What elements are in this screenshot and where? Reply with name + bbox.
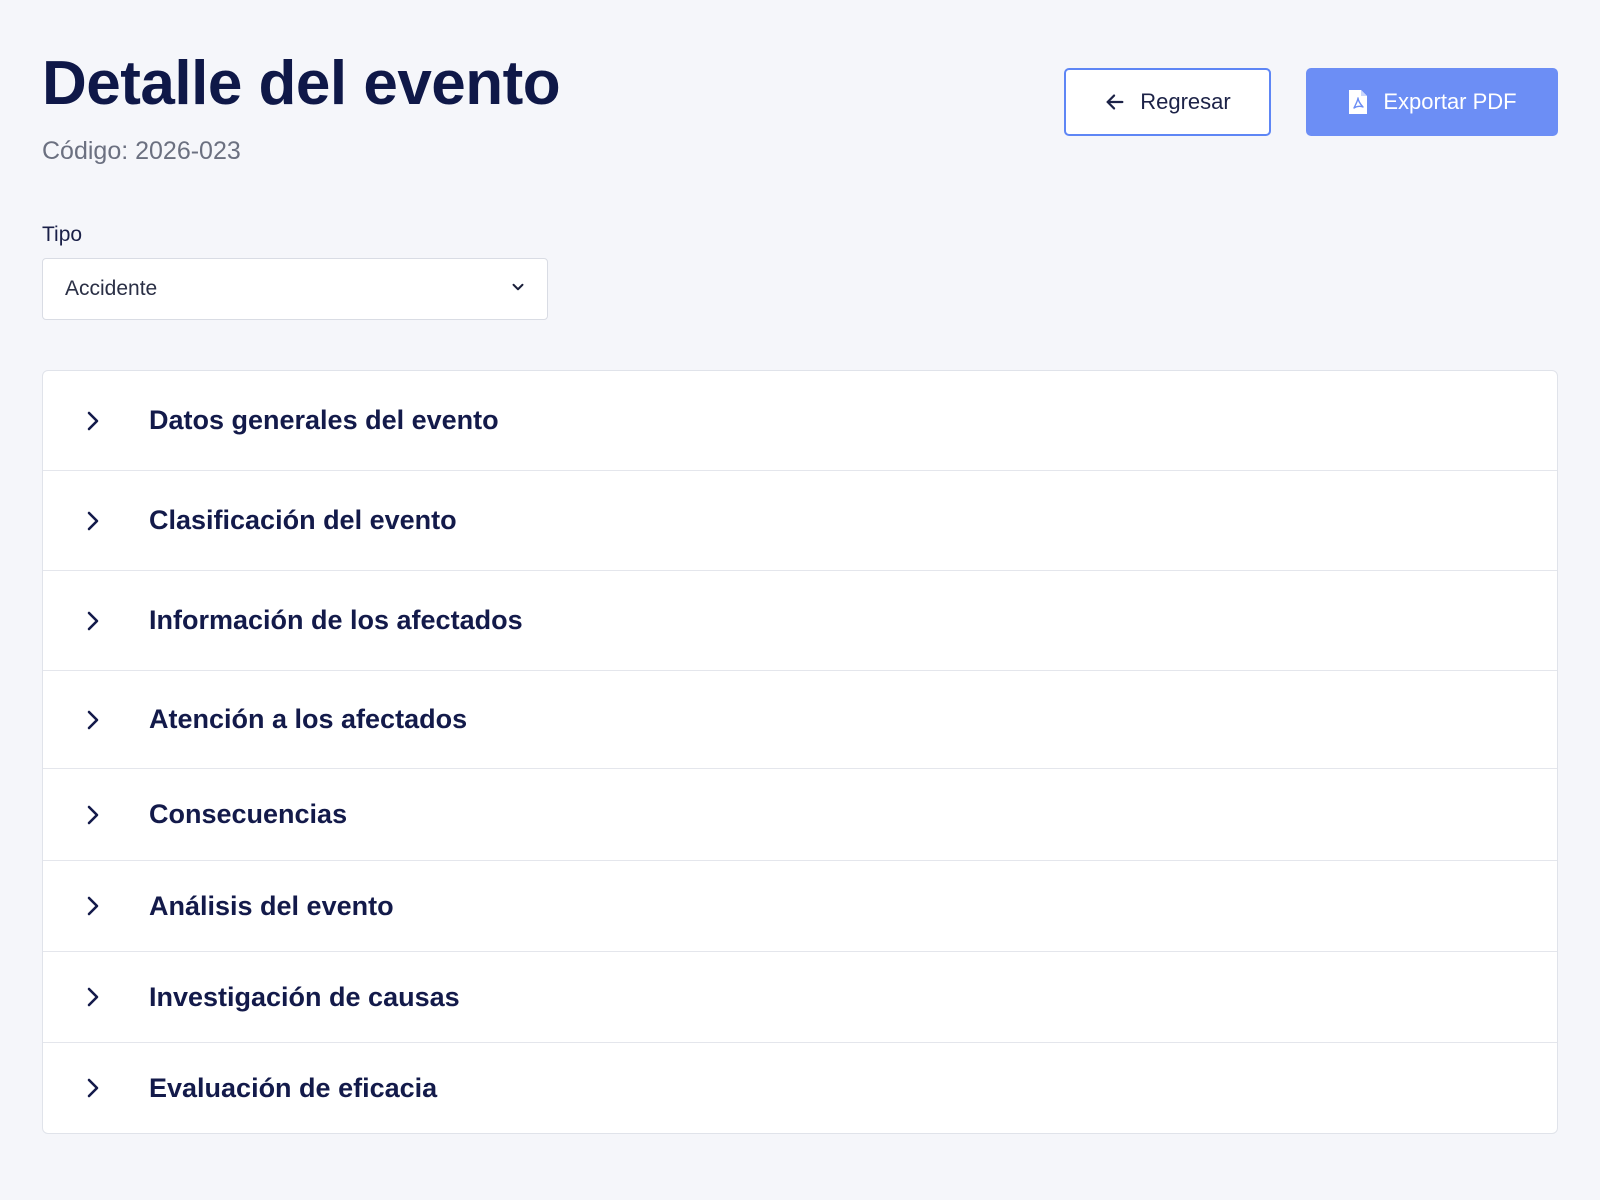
page-header: Detalle del evento Código: 2026-023: [42, 48, 561, 166]
export-button-label: Exportar PDF: [1383, 89, 1517, 114]
page-title: Detalle del evento: [42, 49, 561, 118]
accordion-item-analisis[interactable]: Análisis del evento: [43, 861, 1557, 952]
chevron-right-icon: [81, 609, 123, 633]
chevron-right-icon: [81, 509, 123, 533]
accordion-item-informacion-afectados[interactable]: Información de los afectados: [43, 571, 1557, 671]
chevron-right-icon: [81, 708, 123, 732]
arrow-left-icon: [1104, 91, 1126, 113]
accordion-item-datos-generales[interactable]: Datos generales del evento: [43, 371, 1557, 471]
accordion-item-clasificacion[interactable]: Clasificación del evento: [43, 471, 1557, 571]
accordion-item-label: Información de los afectados: [149, 605, 523, 635]
accordion-item-label: Atención a los afectados: [149, 704, 468, 734]
header-actions: Regresar Exportar PDF: [1064, 68, 1558, 136]
accordion-item-evaluacion-eficacia[interactable]: Evaluación de eficacia: [43, 1043, 1557, 1133]
accordion-item-label: Datos generales del evento: [149, 405, 499, 435]
chevron-down-icon: [509, 278, 527, 301]
accordion-item-label: Consecuencias: [149, 799, 348, 829]
accordion-item-consecuencias[interactable]: Consecuencias: [43, 769, 1557, 861]
back-button-label: Regresar: [1140, 89, 1231, 114]
accordion-item-investigacion-causas[interactable]: Investigación de causas: [43, 952, 1557, 1043]
accordion-item-label: Análisis del evento: [149, 890, 394, 921]
type-label: Tipo: [42, 223, 83, 246]
event-code: Código: 2026-023: [42, 137, 241, 165]
type-select[interactable]: Accidente: [42, 258, 548, 320]
chevron-right-icon: [81, 894, 123, 918]
accordion-item-label: Clasificación del evento: [149, 505, 457, 535]
chevron-right-icon: [81, 985, 123, 1009]
pdf-file-icon: [1347, 89, 1369, 115]
type-selected-value: Accidente: [65, 277, 158, 300]
sections-accordion: Datos generales del evento Clasificación…: [42, 370, 1558, 1134]
chevron-right-icon: [81, 409, 123, 433]
chevron-right-icon: [81, 1076, 123, 1100]
accordion-item-label: Evaluación de eficacia: [149, 1072, 438, 1103]
back-button[interactable]: Regresar: [1064, 68, 1271, 136]
accordion-item-label: Investigación de causas: [149, 981, 460, 1012]
export-pdf-button[interactable]: Exportar PDF: [1306, 68, 1558, 136]
accordion-item-atencion-afectados[interactable]: Atención a los afectados: [43, 671, 1557, 769]
chevron-right-icon: [81, 803, 123, 827]
type-field: Tipo Accidente: [42, 222, 548, 320]
